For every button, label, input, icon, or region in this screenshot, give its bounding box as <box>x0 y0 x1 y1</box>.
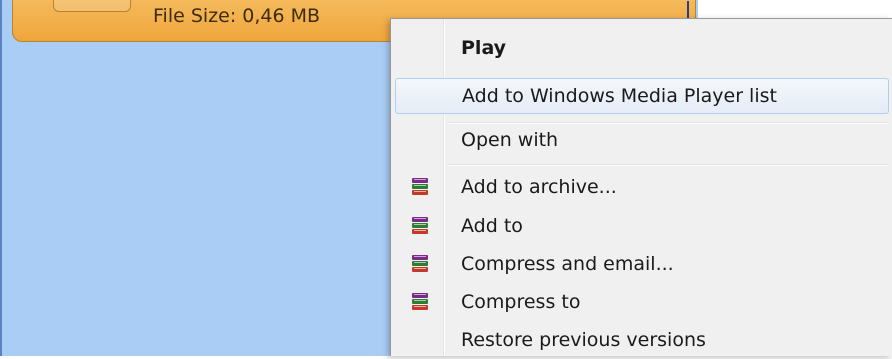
menu-item-label: Play <box>461 37 507 59</box>
menu-item-label: Open with <box>461 129 559 151</box>
menu-separator <box>449 164 889 166</box>
menu-item-label: Add to <box>461 215 523 237</box>
menu-item-add-to-wmp-list[interactable]: Add to Windows Media Player list <box>395 78 889 114</box>
menu-item-restore-previous-versions[interactable]: Restore previous versions <box>395 323 889 359</box>
menu-item-play[interactable]: Play <box>395 31 889 67</box>
menu-item-open-with[interactable]: Open with <box>395 123 889 159</box>
menu-item-label: Compress to <box>461 291 581 313</box>
menu-item-label: Add to archive... <box>461 176 617 198</box>
menu-item-add-to-archive[interactable]: Add to archive... <box>395 170 889 206</box>
winrar-books-icon <box>412 217 428 234</box>
winrar-books-icon <box>412 293 428 310</box>
winrar-books-icon <box>412 255 428 272</box>
menu-item-label: Compress and email... <box>461 253 674 275</box>
context-menu: Play Add to Windows Media Player list Op… <box>390 18 892 356</box>
menu-item-compress-and-email[interactable]: Compress and email... <box>395 247 889 283</box>
scrollbar-marker <box>687 1 689 19</box>
file-size-label: File Size: 0,46 MB <box>153 5 321 27</box>
menu-item-compress-to[interactable]: Compress to <box>395 285 889 321</box>
file-thumbnail <box>53 0 131 12</box>
winrar-books-icon <box>412 178 428 195</box>
menu-item-label: Add to Windows Media Player list <box>462 85 777 107</box>
menu-item-label: Restore previous versions <box>461 329 706 351</box>
menu-item-add-to[interactable]: Add to <box>395 209 889 245</box>
